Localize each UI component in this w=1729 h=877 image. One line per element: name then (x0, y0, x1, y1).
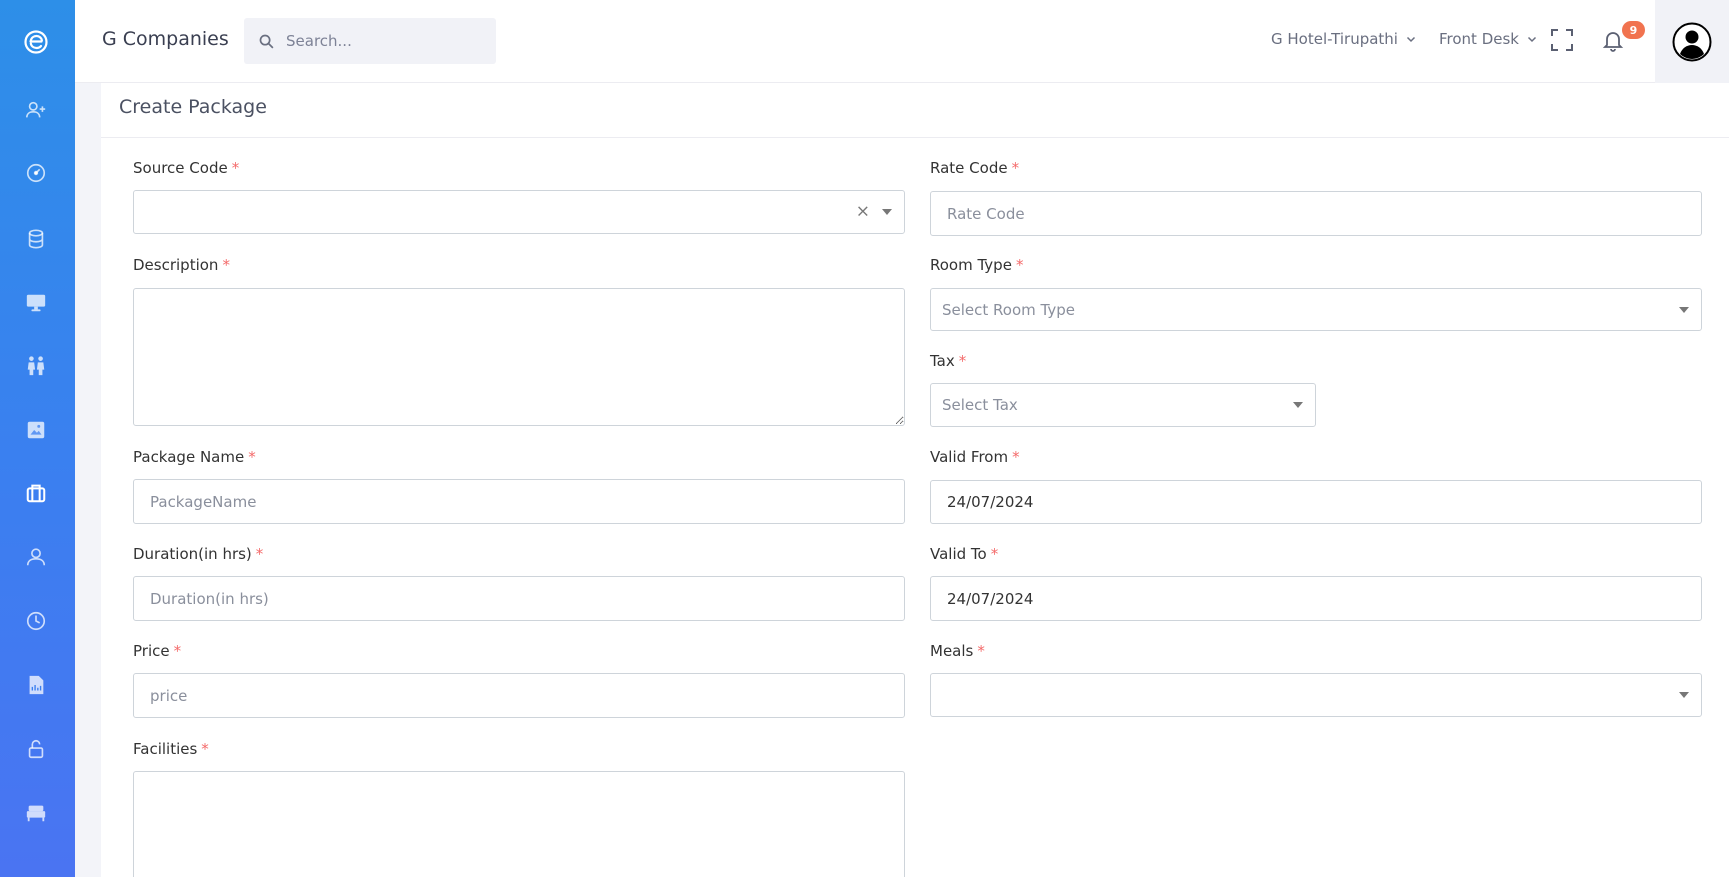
create-package-card: Create Package Source Code * × Descriptio… (101, 83, 1729, 877)
hotel-select[interactable]: G Hotel-Tirupathi (1271, 30, 1416, 48)
add-user-icon[interactable] (24, 98, 48, 122)
caret-down-icon (882, 209, 892, 215)
room-type-label: Room Type * (930, 256, 1024, 274)
hotel-select-label: G Hotel-Tirupathi (1271, 30, 1398, 48)
bed-icon[interactable] (24, 801, 48, 825)
tax-label: Tax * (930, 352, 967, 370)
facilities-textarea[interactable] (133, 771, 905, 877)
top-bar: G Companies G Hotel-Tirupathi Front Desk… (75, 0, 1729, 83)
valid-to-input[interactable] (930, 576, 1702, 621)
caret-down-icon (1679, 692, 1689, 698)
search-input[interactable] (286, 32, 476, 50)
fullscreen-icon[interactable] (1551, 29, 1573, 51)
user-icon[interactable] (24, 545, 48, 569)
clear-icon[interactable]: × (856, 202, 870, 222)
valid-from-input[interactable] (930, 480, 1702, 524)
caret-down-icon (1679, 306, 1689, 313)
meals-select[interactable] (930, 673, 1702, 717)
facilities-label: Facilities * (133, 740, 209, 758)
package-name-label: Package Name * (133, 448, 256, 466)
duration-input[interactable] (133, 576, 905, 621)
database-icon[interactable] (24, 227, 48, 251)
clock-icon[interactable] (24, 609, 48, 633)
briefcase-icon[interactable] (24, 481, 48, 505)
description-textarea[interactable] (133, 288, 905, 426)
app-logo-icon[interactable] (24, 30, 48, 54)
notification-badge: 9 (1622, 21, 1645, 39)
divider (101, 137, 1729, 138)
package-name-input[interactable] (133, 479, 905, 524)
unlock-icon[interactable] (24, 737, 48, 761)
gallery-icon[interactable] (24, 418, 48, 442)
price-label: Price * (133, 642, 182, 660)
avatar-icon (1672, 22, 1712, 61)
page-title: Create Package (119, 96, 267, 118)
duration-label: Duration(in hrs) * (133, 545, 264, 563)
user-avatar[interactable] (1655, 0, 1729, 83)
rate-code-label: Rate Code * (930, 159, 1020, 177)
description-label: Description * (133, 256, 230, 274)
role-select[interactable]: Front Desk (1439, 30, 1537, 48)
meals-label: Meals * (930, 642, 985, 660)
source-code-select[interactable]: × (133, 190, 905, 234)
valid-from-label: Valid From * (930, 448, 1020, 466)
source-code-label: Source Code * (133, 159, 240, 177)
people-icon[interactable] (24, 354, 48, 378)
rate-code-input[interactable] (930, 191, 1702, 236)
chevron-down-icon (1406, 36, 1416, 43)
brand-name: G Companies (102, 28, 229, 50)
dashboard-gauge-icon[interactable] (24, 161, 48, 185)
report-icon[interactable] (24, 673, 48, 697)
search-icon (259, 34, 274, 48)
caret-down-icon (1293, 402, 1303, 408)
price-input[interactable] (133, 673, 905, 718)
monitor-icon[interactable] (24, 291, 48, 315)
role-select-label: Front Desk (1439, 30, 1519, 48)
chevron-down-icon (1527, 36, 1537, 43)
room-type-select[interactable]: Select Room Type (930, 288, 1702, 331)
search-box[interactable] (244, 18, 496, 64)
valid-to-label: Valid To * (930, 545, 999, 563)
sidebar (0, 0, 75, 877)
tax-select[interactable]: Select Tax (930, 383, 1316, 427)
